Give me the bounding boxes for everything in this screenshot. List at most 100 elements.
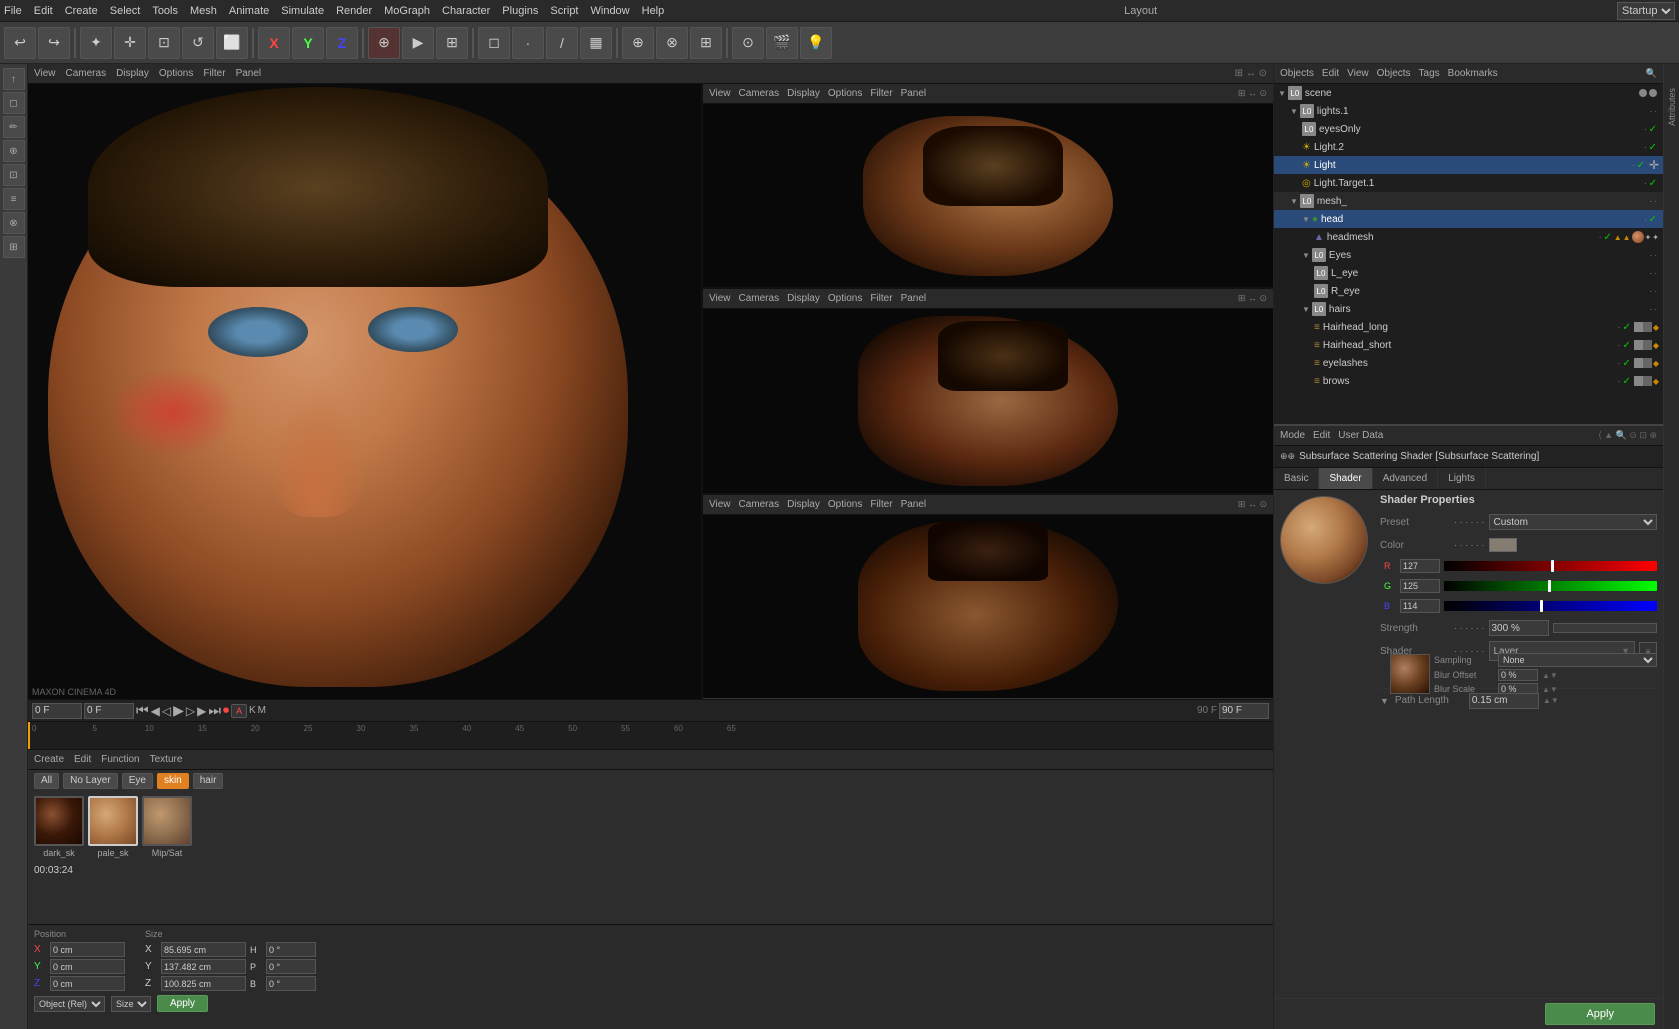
obj-tags-menu[interactable]: Tags <box>1419 68 1440 79</box>
menu-character[interactable]: Character <box>442 5 490 17</box>
go-start[interactable]: ⏮ <box>136 702 149 719</box>
mrv-panel[interactable]: Panel <box>901 293 927 304</box>
attrs-userdata-menu[interactable]: User Data <box>1338 430 1383 441</box>
time-input[interactable] <box>32 703 82 719</box>
viewport-solo[interactable]: ⊙ <box>732 27 764 59</box>
vp-options-menu[interactable]: Options <box>159 68 193 79</box>
p-input[interactable] <box>266 959 316 974</box>
menu-create[interactable]: Create <box>65 5 98 17</box>
r-slider-track[interactable] <box>1444 561 1657 571</box>
end-frame-input[interactable] <box>1219 703 1269 719</box>
menu-mesh[interactable]: Mesh <box>190 5 217 17</box>
brv-filter[interactable]: Filter <box>870 499 892 510</box>
obj-scene[interactable]: ▼ L0 scene <box>1274 84 1663 102</box>
frame-input[interactable] <box>84 703 134 719</box>
obj-r-eye[interactable]: L0 R_eye · · <box>1274 282 1663 300</box>
y-axis[interactable]: Y <box>292 27 324 59</box>
play-button[interactable]: ▶ <box>173 702 184 719</box>
snap-btn[interactable]: ⊕ <box>622 27 654 59</box>
mid-right-viewport[interactable]: View Cameras Display Options Filter Pane… <box>703 289 1273 494</box>
menu-render[interactable]: Render <box>336 5 372 17</box>
box-select[interactable]: ⬜ <box>216 27 248 59</box>
filter-all[interactable]: All <box>34 773 59 789</box>
undo-button[interactable]: ↩ <box>4 27 36 59</box>
tweak-btn[interactable]: ⊞ <box>690 27 722 59</box>
obj-lights1[interactable]: ▼ L0 lights.1 · · <box>1274 102 1663 120</box>
poly-mode[interactable]: ▦ <box>580 27 612 59</box>
obj-head[interactable]: ▼ ● head · ✓ <box>1274 210 1663 228</box>
attrs-edit-menu[interactable]: Edit <box>1313 430 1330 441</box>
record-btn[interactable]: ⏺ <box>223 703 229 718</box>
edge-mode[interactable]: / <box>546 27 578 59</box>
bot-right-viewport[interactable]: View Cameras Display Options Filter Pane… <box>703 495 1273 699</box>
material-mip[interactable]: Mip/Sat <box>142 796 192 858</box>
vp-display-menu[interactable]: Display <box>116 68 149 79</box>
menu-edit[interactable]: Edit <box>34 5 53 17</box>
obj-brows[interactable]: ≡ brows · ✓ ◆ <box>1274 372 1663 390</box>
mat-function[interactable]: Function <box>101 754 139 765</box>
obj-objects-menu[interactable]: Objects <box>1377 68 1411 79</box>
brv-panel[interactable]: Panel <box>901 499 927 510</box>
tab-shader[interactable]: Shader <box>1319 468 1372 489</box>
filter-no-layer[interactable]: No Layer <box>63 773 118 789</box>
key-sel[interactable]: K <box>249 705 256 716</box>
render-view[interactable]: ▶ <box>402 27 434 59</box>
trv-filter[interactable]: Filter <box>870 88 892 99</box>
obj-headmesh[interactable]: ▲ headmesh · ✓ ▲ ▲ ✦ ✦ <box>1274 228 1663 246</box>
coord-apply-button[interactable]: Apply <box>157 995 208 1012</box>
path-length-stepper[interactable]: ▲▼ <box>1543 696 1559 705</box>
mrv-display[interactable]: Display <box>787 293 820 304</box>
path-length-input[interactable] <box>1469 693 1539 709</box>
scale-tool[interactable]: ⊡ <box>148 27 180 59</box>
axis-mode[interactable]: ⊗ <box>656 27 688 59</box>
prev-key[interactable]: ◀ <box>151 704 160 718</box>
x-size-input[interactable] <box>161 942 246 957</box>
move-tool[interactable]: ✛ <box>114 27 146 59</box>
blur-scale-stepper[interactable]: ▲▼ <box>1542 685 1558 694</box>
attrs-mode-menu[interactable]: Mode <box>1280 430 1305 441</box>
obj-mesh[interactable]: ▼ L0 mesh_ · · <box>1274 192 1663 210</box>
lt-move[interactable]: ↑ <box>3 68 25 90</box>
b-value-input[interactable] <box>1400 599 1440 613</box>
y-pos-input[interactable] <box>50 959 125 974</box>
menu-script[interactable]: Script <box>550 5 578 17</box>
top-right-viewport[interactable]: View Cameras Display Options Filter Pane… <box>703 84 1273 289</box>
preset-dropdown[interactable]: Custom <box>1489 514 1658 530</box>
lt-bones[interactable]: ⊗ <box>3 212 25 234</box>
anims-btn[interactable]: 🎬 <box>766 27 798 59</box>
obj-light[interactable]: ☀ Light · ✓ ✛ <box>1274 156 1663 174</box>
strength-slider[interactable] <box>1553 623 1658 633</box>
g-value-input[interactable] <box>1400 579 1440 593</box>
vp-filter-menu[interactable]: Filter <box>203 68 225 79</box>
trv-options[interactable]: Options <box>828 88 862 99</box>
obj-light-target[interactable]: ◎ Light.Target.1 · ✓ <box>1274 174 1663 192</box>
obj-menu-item[interactable]: Objects <box>1280 68 1314 79</box>
main-viewport[interactable]: MAXON CINEMA 4D <box>28 84 703 699</box>
sampling-dropdown[interactable]: None <box>1498 653 1657 667</box>
render-btn[interactable]: ⊕ <box>368 27 400 59</box>
tab-basic[interactable]: Basic <box>1274 468 1319 489</box>
r-value-input[interactable] <box>1400 559 1440 573</box>
lt-paint[interactable]: ✏ <box>3 116 25 138</box>
g-slider-track[interactable] <box>1444 581 1657 591</box>
y-size-input[interactable] <box>161 959 246 974</box>
obj-l-eye[interactable]: L0 L_eye · · <box>1274 264 1663 282</box>
menu-help[interactable]: Help <box>642 5 665 17</box>
color-swatch[interactable] <box>1489 538 1517 552</box>
brv-display[interactable]: Display <box>787 499 820 510</box>
tab-lights[interactable]: Lights <box>1438 468 1486 489</box>
prev-frame[interactable]: ◁ <box>162 704 171 718</box>
z-size-input[interactable] <box>161 976 246 991</box>
redo-button[interactable]: ↪ <box>38 27 70 59</box>
menu-tools[interactable]: Tools <box>152 5 178 17</box>
h-input[interactable] <box>266 942 316 957</box>
next-key[interactable]: ▶ <box>197 704 206 718</box>
mrv-options[interactable]: Options <box>828 293 862 304</box>
obj-hair-short[interactable]: ≡ Hairhead_short · ✓ ◆ <box>1274 336 1663 354</box>
render-all[interactable]: ⊞ <box>436 27 468 59</box>
vp-panel-menu[interactable]: Panel <box>236 68 262 79</box>
select-tool[interactable]: ✦ <box>80 27 112 59</box>
obj-bookmarks-menu[interactable]: Bookmarks <box>1448 68 1498 79</box>
filter-skin[interactable]: skin <box>157 773 189 789</box>
tab-advanced[interactable]: Advanced <box>1373 468 1438 489</box>
